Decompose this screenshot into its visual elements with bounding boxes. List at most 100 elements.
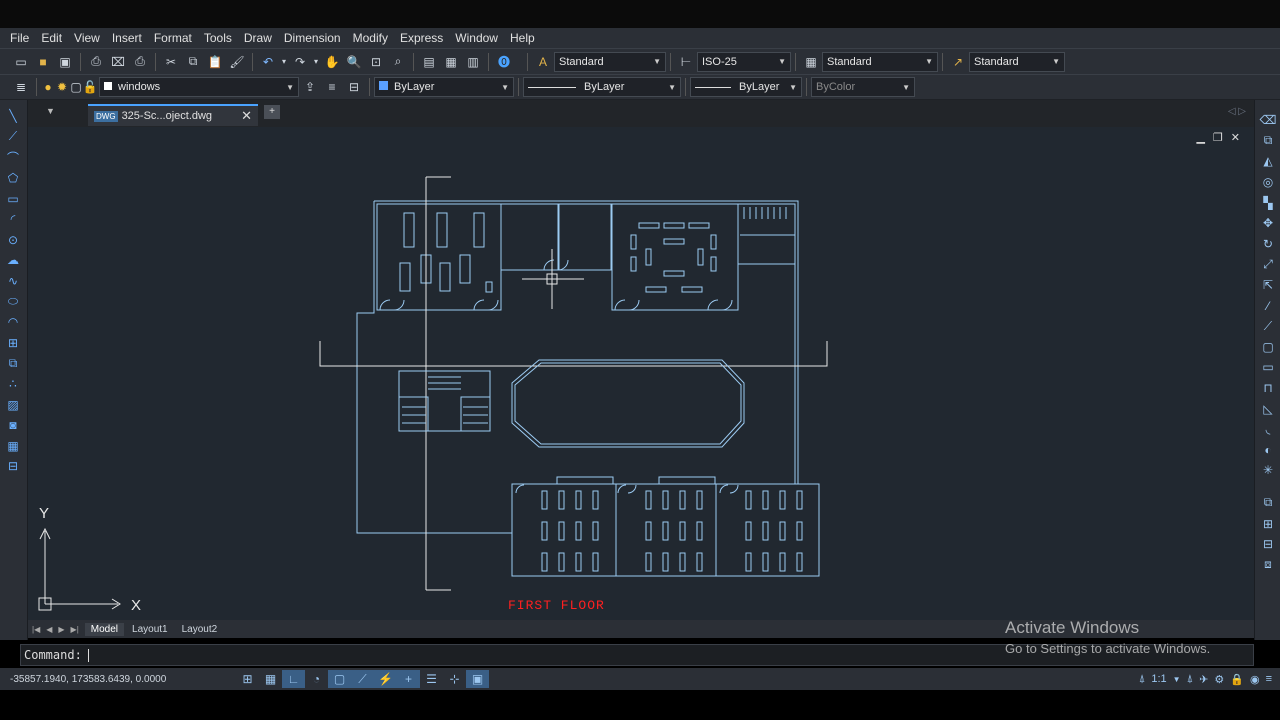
snap-grid-icon[interactable]: ⊞ — [236, 670, 259, 688]
erase-icon[interactable]: ⌫ — [1255, 110, 1280, 131]
ellipse-icon[interactable]: ⬭ — [0, 291, 26, 312]
move-icon[interactable]: ✥ — [1255, 213, 1280, 234]
gradient-icon[interactable]: ◙ — [0, 415, 26, 436]
region-icon[interactable]: ▦ — [0, 436, 26, 457]
save-icon[interactable]: ▣ — [54, 51, 76, 73]
revision-cloud-icon[interactable]: ☁ — [0, 250, 26, 271]
menu-insert[interactable]: Insert — [106, 28, 148, 48]
layer-lock-icon[interactable]: 🔓 — [83, 76, 98, 98]
dim-style-icon[interactable]: ⊢ — [675, 51, 697, 73]
new-file-icon[interactable]: ▭ — [10, 51, 32, 73]
new-tab-icon[interactable]: + — [264, 105, 280, 119]
menu-help[interactable]: Help — [504, 28, 541, 48]
close-tab-icon[interactable]: ✕ — [241, 108, 252, 124]
chevron-down-icon[interactable]: ▼ — [1173, 675, 1181, 684]
tab-layout2[interactable]: Layout2 — [176, 623, 224, 636]
print-icon[interactable]: ⎙ — [85, 51, 107, 73]
polyline-icon[interactable]: ⌒ — [0, 147, 26, 168]
dynamic-ucs-icon[interactable]: ⚡ — [374, 670, 397, 688]
construction-line-icon[interactable]: ⟋ — [0, 127, 26, 148]
circle-icon[interactable]: ⊙ — [0, 230, 26, 251]
match-properties-icon[interactable]: 🖌 — [226, 51, 248, 73]
auto-scale-icon[interactable]: ✈ — [1199, 673, 1208, 686]
redo-dropdown-icon[interactable]: ▾ — [311, 51, 321, 73]
extend-icon[interactable]: ⟋ — [1255, 316, 1280, 337]
break-at-point-icon[interactable]: ▢ — [1255, 337, 1280, 358]
arc-icon[interactable]: ◜ — [0, 209, 26, 230]
mleader-style-icon[interactable]: ↗ — [947, 51, 969, 73]
tab-scroll-arrows-icon[interactable]: ◁ ▷ — [1228, 106, 1246, 117]
trim-icon[interactable]: ⁄ — [1255, 295, 1280, 316]
fillet-icon[interactable]: ◟ — [1255, 419, 1280, 440]
layer-on-bulb-icon[interactable]: ● — [41, 76, 55, 98]
copy-object-icon[interactable]: ⧉ — [1255, 131, 1280, 152]
tab-model[interactable]: Model — [84, 622, 125, 636]
scale-icon[interactable]: ⤢ — [1255, 254, 1280, 275]
workspace-gear-icon[interactable]: ⚙ — [1214, 673, 1224, 686]
make-block-icon[interactable]: ⧉ — [0, 353, 26, 374]
break-icon[interactable]: ▭ — [1255, 357, 1280, 378]
menu-dimension[interactable]: Dimension — [278, 28, 347, 48]
ellipse-arc-icon[interactable]: ◠ — [0, 312, 26, 333]
table-style-select[interactable]: Standard ▼ — [822, 51, 938, 72]
pan-icon[interactable]: ✋ — [321, 51, 343, 73]
polygon-icon[interactable]: ⬠ — [0, 168, 26, 189]
first-layout-icon[interactable]: |◀ — [32, 625, 40, 634]
table-style-icon[interactable]: ▦ — [800, 51, 822, 73]
make-current-layer-icon[interactable]: ⇪ — [299, 76, 321, 98]
menu-tools[interactable]: Tools — [198, 28, 238, 48]
undo-dropdown-icon[interactable]: ▾ — [279, 51, 289, 73]
paste-icon[interactable]: 📋 — [204, 51, 226, 73]
drawing-canvas[interactable]: ▁ ❐ ✕ Y X FIRST FLOOR — [28, 127, 1254, 620]
text-front-icon[interactable]: ⧈ — [1255, 554, 1280, 575]
send-back-icon[interactable]: ⊟ — [1255, 534, 1280, 555]
array-icon[interactable]: ▚ — [1255, 192, 1280, 213]
tab-layout1[interactable]: Layout1 — [126, 623, 174, 636]
menu-draw[interactable]: Draw — [238, 28, 278, 48]
lineweight-icon[interactable]: ☰ — [420, 670, 443, 688]
zoom-window-icon[interactable]: ⊡ — [365, 51, 387, 73]
annotation-scale-icon[interactable]: ⍋ — [1139, 673, 1146, 686]
point-icon[interactable]: ∴ — [0, 374, 26, 395]
annotation-visibility-icon[interactable]: ⍋ — [1187, 673, 1194, 686]
last-layout-icon[interactable]: ▶| — [71, 625, 79, 634]
spline-icon[interactable]: ∿ — [0, 271, 26, 292]
polar-tracking-icon[interactable]: ◔ — [305, 670, 328, 688]
hatch-icon[interactable]: ▨ — [0, 394, 26, 415]
mleader-style-select[interactable]: Standard ▼ — [969, 51, 1065, 72]
offset-icon[interactable]: ◎ — [1255, 172, 1280, 193]
rectangle-icon[interactable]: ▭ — [0, 188, 26, 209]
help-icon[interactable]: ⓿ — [493, 51, 515, 73]
publish-icon[interactable]: ⎙ — [129, 51, 151, 73]
join-icon[interactable]: ⊓ — [1255, 378, 1280, 399]
cut-icon[interactable]: ✂ — [160, 51, 182, 73]
toolbar-lock-icon[interactable]: 🔒 — [1230, 673, 1244, 686]
tab-menu-icon[interactable]: ▼ — [46, 106, 55, 116]
menu-file[interactable]: File — [4, 28, 35, 48]
layer-properties-icon[interactable]: ≣ — [10, 76, 32, 98]
linetype-select[interactable]: ByLayer ▼ — [523, 77, 681, 97]
properties-icon[interactable]: ▤ — [418, 51, 440, 73]
annotation-scale-value[interactable]: 1:1 — [1151, 673, 1166, 685]
layer-states-icon[interactable]: ⊟ — [343, 76, 365, 98]
zoom-realtime-icon[interactable]: 🔍 — [343, 51, 365, 73]
design-center-icon[interactable]: ▦ — [440, 51, 462, 73]
isolate-objects-icon[interactable]: ◉ — [1250, 673, 1260, 686]
layer-select[interactable]: windows ▼ — [99, 77, 299, 97]
customization-icon[interactable]: ≡ — [1266, 673, 1272, 685]
chamfer-icon[interactable]: ◺ — [1255, 398, 1280, 419]
menu-modify[interactable]: Modify — [347, 28, 394, 48]
text-style-select[interactable]: Standard ▼ — [554, 51, 666, 72]
table-icon[interactable]: ⊟ — [0, 456, 26, 477]
grid-display-icon[interactable]: ▦ — [259, 670, 282, 688]
prev-layout-icon[interactable]: ◀ — [46, 625, 52, 634]
menu-view[interactable]: View — [68, 28, 106, 48]
draw-order-icon[interactable]: ⧉ — [1255, 493, 1280, 514]
explode-icon[interactable]: ✳ — [1255, 460, 1280, 481]
dim-style-select[interactable]: ISO-25 ▼ — [697, 51, 791, 72]
blend-icon[interactable]: ◐ — [1255, 440, 1280, 461]
bring-front-icon[interactable]: ⊞ — [1255, 513, 1280, 534]
zoom-previous-icon[interactable]: ⌕ — [387, 51, 409, 73]
layer-viewport-icon[interactable]: ▢ — [69, 76, 83, 98]
next-layout-icon[interactable]: ▶ — [58, 625, 64, 634]
